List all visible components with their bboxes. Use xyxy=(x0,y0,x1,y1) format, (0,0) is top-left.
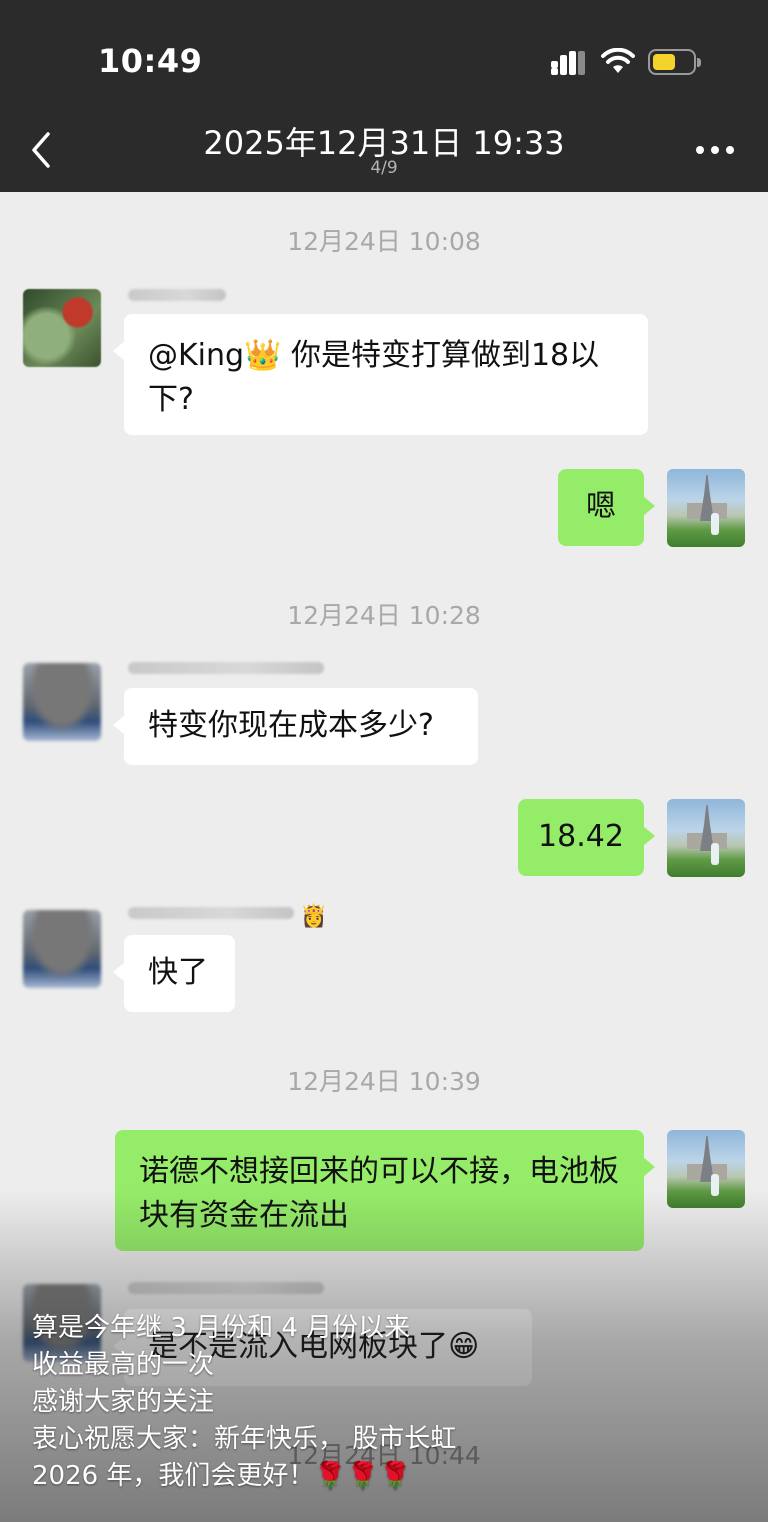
sender-name-blurred xyxy=(128,907,294,919)
avatar[interactable] xyxy=(23,663,101,741)
sender-name-blurred xyxy=(128,662,324,674)
avatar[interactable] xyxy=(23,289,101,367)
caption-line: 算是今年继 3 月份和 4 月份以来 xyxy=(32,1313,411,1343)
caption-line: 感谢大家的关注 xyxy=(32,1387,215,1417)
message-bubble[interactable]: 快了 xyxy=(113,935,235,1012)
signal-icon xyxy=(551,51,587,75)
message-text: 诺德不想接回来的可以不接，电池板块有资金在流出 xyxy=(139,1154,619,1233)
page-counter: 4/9 xyxy=(370,158,398,178)
my-avatar[interactable] xyxy=(667,1130,745,1208)
message-text: 18.42 xyxy=(538,819,624,854)
name-emoji: 👸 xyxy=(300,904,328,929)
my-avatar[interactable] xyxy=(667,799,745,877)
more-icon[interactable] xyxy=(694,144,736,156)
message-text: @King👑 你是特变打算做到18以下? xyxy=(148,338,600,417)
battery-icon xyxy=(648,49,701,75)
message-bubble[interactable]: 嗯 xyxy=(558,469,655,546)
status-time: 10:49 xyxy=(98,42,203,80)
timestamp: 12月24日 10:08 xyxy=(287,227,481,256)
timestamp: 12月24日 10:39 xyxy=(287,1067,481,1096)
sender-name-blurred xyxy=(128,1282,324,1294)
top-bar: 10:49 2025年12月31日 19:33 4/9 xyxy=(0,0,768,192)
caption-line: 2026 年，我们会更好！🌹🌹🌹 xyxy=(32,1461,412,1491)
message-text: 快了 xyxy=(148,955,208,990)
caption-line: 衷心祝愿大家：新年快乐， 股市长虹 xyxy=(32,1424,457,1454)
message-bubble[interactable]: 诺德不想接回来的可以不接，电池板块有资金在流出 xyxy=(115,1130,655,1251)
message-bubble[interactable]: 特变你现在成本多少? xyxy=(113,688,478,765)
wifi-icon xyxy=(601,48,635,73)
message-bubble[interactable]: @King👑 你是特变打算做到18以下? xyxy=(113,314,648,435)
my-avatar[interactable] xyxy=(667,469,745,547)
caption-line: 收益最高的一次 xyxy=(32,1350,215,1380)
message-text: 嗯 xyxy=(586,489,616,524)
message-text: 特变你现在成本多少? xyxy=(148,708,434,743)
avatar[interactable] xyxy=(23,910,101,988)
sender-name-blurred xyxy=(128,289,226,301)
message-bubble[interactable]: 18.42 xyxy=(518,799,655,876)
timestamp: 12月24日 10:28 xyxy=(287,601,481,630)
caption: 算是今年继 3 月份和 4 月份以来 收益最高的一次 感谢大家的关注 衷心祝愿大… xyxy=(32,1310,456,1495)
